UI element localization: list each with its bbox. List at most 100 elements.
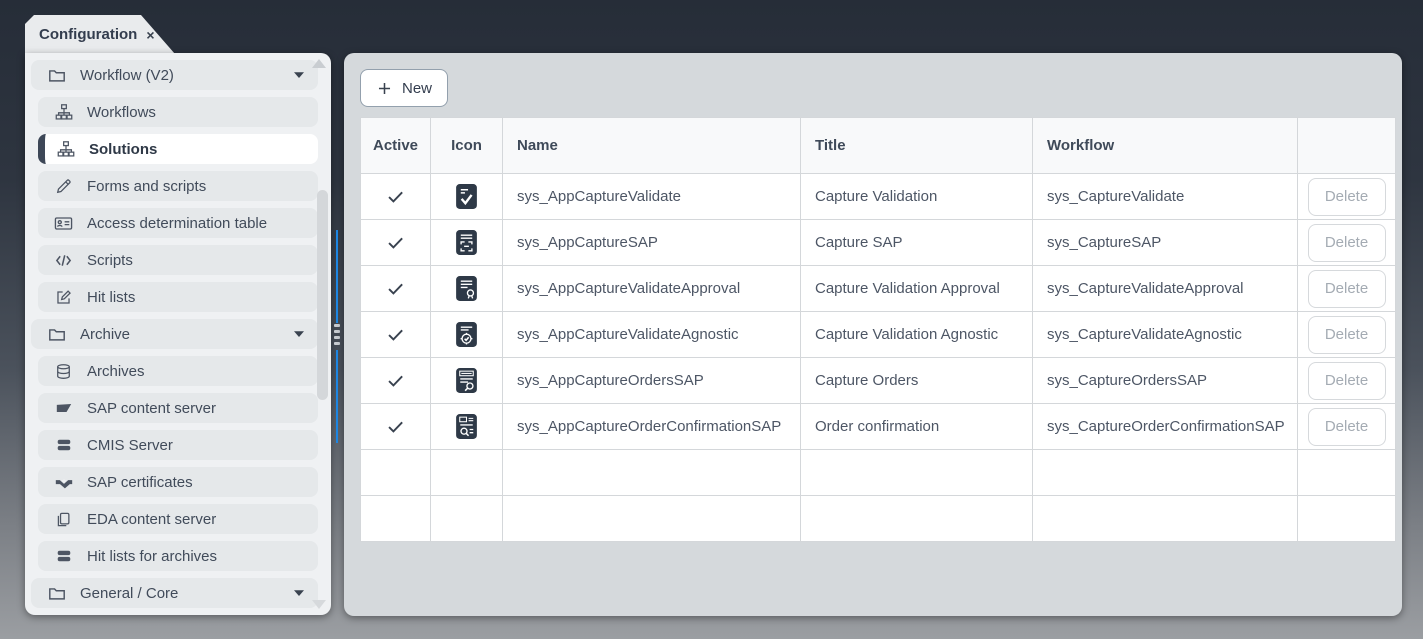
edit-icon [53, 287, 74, 307]
icon-cell [431, 312, 503, 358]
active-cell [361, 174, 431, 220]
sidebar-item-sap-certificates[interactable]: SAP certificates [38, 467, 318, 497]
folder-icon [46, 65, 67, 85]
name-cell: sys_AppCaptureValidateApproval [503, 266, 801, 312]
doc-check-icon [455, 183, 478, 210]
folder-icon [46, 324, 67, 344]
sidebar-item-label: Archives [87, 363, 145, 380]
panel-splitter[interactable] [331, 53, 344, 616]
sidebar-item-label: General / Core [80, 585, 178, 602]
sidebar-item-scripts[interactable]: Scripts [38, 245, 318, 275]
name-cell: sys_AppCaptureValidateAgnostic [503, 312, 801, 358]
table-header-row: ActiveIconNameTitleWorkflow [361, 118, 1396, 174]
title-cell: Capture Validation Approval [801, 266, 1033, 312]
actions-cell [1298, 496, 1396, 542]
title-cell: Capture Validation [801, 174, 1033, 220]
workflow-cell: sys_CaptureValidateApproval [1033, 266, 1298, 312]
sidebar-item-cmis-server[interactable]: CMIS Server [38, 430, 318, 460]
table-row [361, 496, 1396, 542]
delete-button[interactable]: Delete [1308, 270, 1386, 308]
workflow-cell: sys_CaptureOrdersSAP [1033, 358, 1298, 404]
sap-flag-icon [53, 398, 74, 418]
sidebar-item-workflows[interactable]: Workflows [38, 97, 318, 127]
check-icon [386, 417, 405, 436]
sidebar-item-archives[interactable]: Archives [38, 356, 318, 386]
table-row[interactable]: sys_AppCaptureOrderConfirmationSAPOrder … [361, 404, 1396, 450]
actions-cell: Delete [1298, 220, 1396, 266]
table-row [361, 450, 1396, 496]
sidebar-item-label: Workflow (V2) [80, 67, 174, 84]
actions-cell: Delete [1298, 174, 1396, 220]
idcard-icon [53, 213, 74, 233]
sidebar-scrollbar-thumb[interactable] [317, 190, 328, 400]
actions-cell: Delete [1298, 312, 1396, 358]
sitemap-icon [53, 102, 74, 122]
chevron-down-icon [293, 71, 305, 79]
app-background: { "tab": { "label": "Configuration", "cl… [0, 0, 1423, 639]
name-cell [503, 450, 801, 496]
tab-close-icon[interactable]: × [146, 27, 154, 43]
sidebar-item-label: Archive [80, 326, 130, 343]
sidebar-item-label: Workflows [87, 104, 156, 121]
column-header-name: Name [503, 118, 801, 174]
sidebar-item-archive[interactable]: Archive [31, 319, 318, 349]
splitter-grip-icon[interactable] [334, 324, 341, 348]
sidebar-item-label: Solutions [89, 141, 157, 158]
active-cell [361, 496, 431, 542]
sidebar-item-label: Access determination table [87, 215, 267, 232]
delete-button[interactable]: Delete [1308, 408, 1386, 446]
workflow-cell: sys_CaptureSAP [1033, 220, 1298, 266]
splitter-line [336, 230, 338, 323]
actions-cell: Delete [1298, 358, 1396, 404]
icon-cell [431, 174, 503, 220]
table-row[interactable]: sys_AppCaptureValidateCapture Validation… [361, 174, 1396, 220]
sidebar-item-forms-and-scripts[interactable]: Forms and scripts [38, 171, 318, 201]
column-header-active: Active [361, 118, 431, 174]
column-header-actions [1298, 118, 1396, 174]
sidebar-item-workflow-v2[interactable]: Workflow (V2) [31, 60, 318, 90]
sidebar-item-sap-content-server[interactable]: SAP content server [38, 393, 318, 423]
delete-button[interactable]: Delete [1308, 224, 1386, 262]
doc-seal-icon [455, 275, 478, 302]
sidebar-item-hit-lists-for-archives[interactable]: Hit lists for archives [38, 541, 318, 571]
splitter-line [336, 350, 338, 443]
sidebar-item-label: Hit lists [87, 289, 135, 306]
icon-cell [431, 450, 503, 496]
sidebar-scroll-up-icon[interactable] [312, 59, 326, 68]
table-row[interactable]: sys_AppCaptureOrdersSAPCapture Orderssys… [361, 358, 1396, 404]
sidebar-scroll-down-icon[interactable] [312, 600, 326, 609]
column-header-icon: Icon [431, 118, 503, 174]
active-cell [361, 404, 431, 450]
title-cell: Order confirmation [801, 404, 1033, 450]
database-icon [53, 361, 74, 381]
sidebar-item-eda-content-server[interactable]: EDA content server [38, 504, 318, 534]
sidebar-item-label: SAP certificates [87, 474, 193, 491]
tab-configuration[interactable]: Configuration × [25, 15, 175, 54]
delete-button[interactable]: Delete [1308, 362, 1386, 400]
sidebar-item-label: CMIS Server [87, 437, 173, 454]
code-icon [53, 250, 74, 270]
server-icon [53, 546, 74, 566]
server-icon [53, 435, 74, 455]
sidebar-item-access-determination-table[interactable]: Access determination table [38, 208, 318, 238]
pencil-icon [53, 176, 74, 196]
active-cell [361, 266, 431, 312]
doc-order-icon [455, 367, 478, 394]
icon-cell [431, 496, 503, 542]
icon-cell [431, 266, 503, 312]
name-cell [503, 496, 801, 542]
sidebar-item-general-core[interactable]: General / Core [31, 578, 318, 608]
sidebar-item-hit-lists[interactable]: Hit lists [38, 282, 318, 312]
check-icon [386, 371, 405, 390]
name-cell: sys_AppCaptureOrdersSAP [503, 358, 801, 404]
table-row[interactable]: sys_AppCaptureSAPCapture SAPsys_CaptureS… [361, 220, 1396, 266]
sitemap-icon [55, 139, 76, 159]
doc-target-icon [455, 321, 478, 348]
check-icon [386, 279, 405, 298]
table-row[interactable]: sys_AppCaptureValidateApprovalCapture Va… [361, 266, 1396, 312]
table-row[interactable]: sys_AppCaptureValidateAgnosticCapture Va… [361, 312, 1396, 358]
delete-button[interactable]: Delete [1308, 316, 1386, 354]
new-button[interactable]: New [360, 69, 448, 107]
sidebar-item-solutions[interactable]: Solutions [38, 134, 318, 164]
delete-button[interactable]: Delete [1308, 178, 1386, 216]
